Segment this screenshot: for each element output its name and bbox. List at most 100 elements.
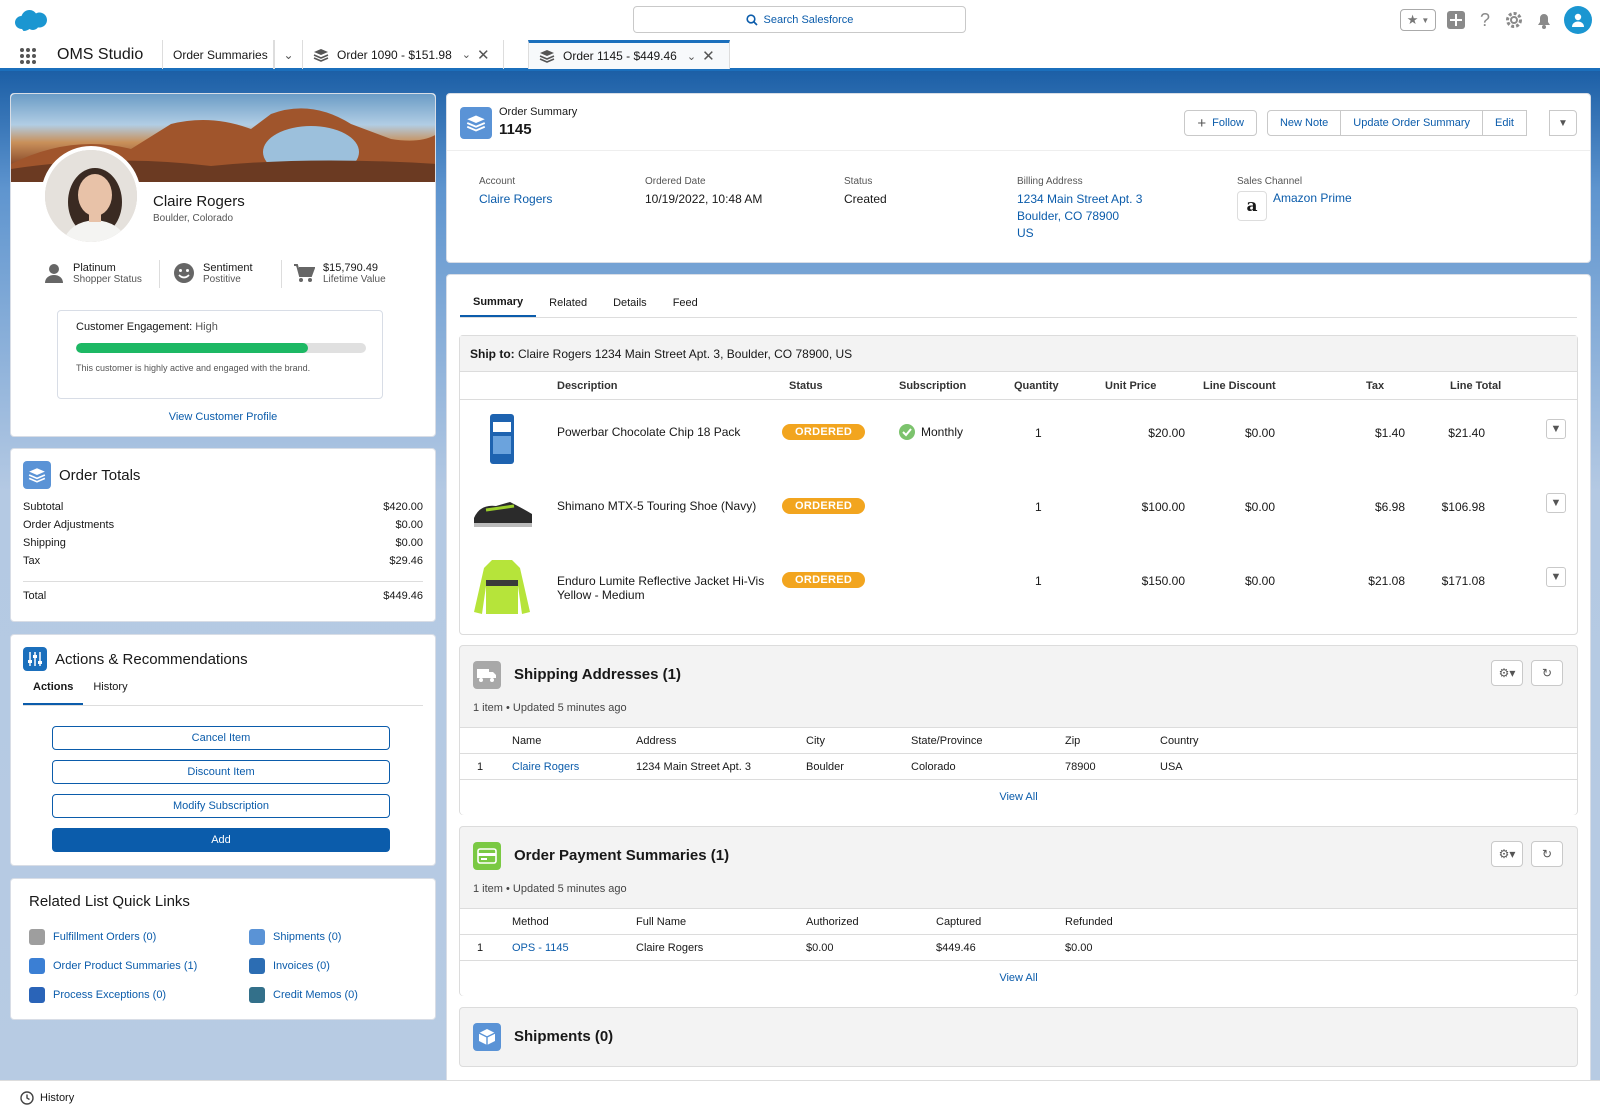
update-order-summary-button[interactable]: Update Order Summary (1341, 110, 1484, 136)
stat-sub: Lifetime Value (323, 274, 386, 285)
chevron-down-icon[interactable]: ⌄ (687, 50, 696, 63)
notifications-bell-icon[interactable] (1534, 10, 1554, 30)
quick-link-shipments[interactable]: Shipments (0) (249, 922, 429, 951)
item-line-total: $21.40 (1448, 426, 1485, 440)
payment-method-link[interactable]: OPS - 1145 (512, 942, 569, 954)
close-tab-icon[interactable]: ✕ (477, 46, 490, 64)
col-unit-price: Unit Price (1105, 380, 1157, 392)
row-number: 1 (477, 761, 484, 773)
customer-location: Boulder, Colorado (153, 213, 234, 224)
tab-label: Order 1145 - $449.46 (563, 49, 677, 63)
edit-button[interactable]: Edit (1483, 110, 1527, 136)
tab-summary[interactable]: Summary (460, 289, 537, 317)
quick-link-credit-memos[interactable]: Credit Memos (0) (249, 980, 429, 1009)
billing-address-link[interactable]: 1234 Main Street Apt. 3 Boulder, CO 78900… (1017, 191, 1142, 242)
status-badge: ORDERED (782, 498, 866, 514)
star-icon: ★ (1406, 12, 1419, 27)
shipment-box-icon (473, 1023, 501, 1051)
tab-feed[interactable]: Feed (660, 289, 711, 317)
follow-button[interactable]: + Follow (1184, 110, 1257, 136)
help-icon[interactable]: ? (1476, 10, 1494, 31)
row-actions-dropdown[interactable]: ▼ (1546, 567, 1566, 587)
zip-value: 78900 (1065, 761, 1096, 773)
captured-value: $449.46 (936, 942, 976, 954)
tab-order-summaries[interactable]: Order Summaries (162, 40, 274, 69)
user-icon (1572, 13, 1584, 27)
state-value: Colorado (911, 761, 956, 773)
tab-details[interactable]: Details (600, 289, 660, 317)
favorites-button[interactable]: ★ ▼ (1400, 9, 1436, 31)
new-note-button[interactable]: New Note (1266, 110, 1342, 136)
refresh-button[interactable]: ↻ (1531, 660, 1563, 686)
col-description: Description (557, 380, 618, 392)
status-badge: ORDERED (782, 424, 866, 440)
col-refunded: Refunded (1065, 916, 1113, 928)
refresh-icon: ↻ (1541, 666, 1553, 680)
app-name: OMS Studio (57, 46, 144, 63)
add-button[interactable]: Add (52, 828, 390, 852)
col-city: City (806, 735, 825, 747)
more-actions-dropdown[interactable]: ▼ (1549, 110, 1577, 136)
payment-icon (473, 842, 501, 870)
table-header: Method Full Name Authorized Captured Ref… (460, 908, 1577, 934)
shipping-addresses-related-list: Shipping Addresses (1) ⚙▾ ↻ 1 item • Upd… (459, 645, 1578, 815)
close-tab-icon[interactable]: ✕ (702, 47, 715, 65)
modify-subscription-button[interactable]: Modify Subscription (52, 794, 390, 818)
col-zip: Zip (1065, 735, 1081, 747)
user-avatar[interactable] (1564, 6, 1592, 34)
discount-item-button[interactable]: Discount Item (52, 760, 390, 784)
list-settings-gear-button[interactable]: ⚙▾ (1491, 660, 1523, 686)
row-actions-dropdown[interactable]: ▼ (1546, 493, 1566, 513)
history-utility-button[interactable]: History (20, 1090, 74, 1105)
field-sales-channel: Sales Channel a Amazon Prime (1237, 176, 1352, 221)
chevron-down-icon[interactable]: ⌄ (462, 48, 471, 61)
exception-icon (29, 986, 45, 1003)
billing-line: 1234 Main Street Apt. 3 (1017, 192, 1143, 206)
tab-order-1090[interactable]: Order 1090 - $151.98 ⌄ ✕ (302, 40, 504, 69)
salesforce-logo[interactable] (14, 9, 48, 33)
item-quantity: 1 (1035, 426, 1042, 440)
view-customer-profile-link[interactable]: View Customer Profile (11, 411, 435, 423)
search-icon (745, 13, 758, 26)
sales-channel-link[interactable]: Amazon Prime (1273, 191, 1352, 205)
tab-history[interactable]: History (83, 681, 137, 705)
person-icon (45, 264, 63, 283)
row-actions-dropdown[interactable]: ▼ (1546, 419, 1566, 439)
list-meta: 1 item • Updated 5 minutes ago (473, 883, 627, 895)
global-actions-icon[interactable] (1446, 10, 1466, 30)
list-settings-gear-button[interactable]: ⚙▾ (1491, 841, 1523, 867)
view-all-link[interactable]: View All (999, 972, 1037, 984)
table-row: 1 Claire Rogers 1234 Main Street Apt. 3 … (460, 753, 1577, 779)
ship-to-label: Ship to: (470, 346, 515, 361)
totals-value: $29.46 (389, 555, 423, 567)
app-launcher-icon[interactable] (20, 48, 36, 64)
view-all-link[interactable]: View All (999, 791, 1037, 803)
credit-memo-icon (249, 986, 265, 1003)
account-link[interactable]: Claire Rogers (479, 191, 552, 208)
quick-link-invoices[interactable]: Invoices (0) (249, 951, 429, 980)
quick-link-order-product-summaries[interactable]: Order Product Summaries (1) (29, 951, 249, 980)
setup-gear-icon[interactable] (1504, 10, 1524, 30)
global-header: Search Salesforce ★ ▼ ? (0, 0, 1600, 40)
refresh-button[interactable]: ↻ (1531, 841, 1563, 867)
quick-link-label: Invoices (0) (273, 959, 330, 972)
ship-to-bar: Ship to: Claire Rogers 1234 Main Street … (460, 336, 1577, 372)
address-name-link[interactable]: Claire Rogers (512, 761, 579, 773)
quick-link-process-exceptions[interactable]: Process Exceptions (0) (29, 980, 249, 1009)
totals-label: Total (23, 590, 47, 602)
item-row: Shimano MTX-5 Touring Shoe (Navy) ORDERE… (460, 476, 1577, 550)
totals-label: Subtotal (23, 501, 64, 513)
tab-actions[interactable]: Actions (23, 681, 84, 705)
quick-link-fulfillment-orders[interactable]: Fulfillment Orders (0) (29, 922, 249, 951)
order-summary-header-card: Order Summary 1145 + Follow New Note Upda… (446, 93, 1591, 263)
global-search-input[interactable]: Search Salesforce (633, 6, 966, 33)
tab-order-1145[interactable]: Order 1145 - $449.46 ⌄ ✕ (528, 40, 730, 69)
city-value: Boulder (806, 761, 844, 773)
item-line-total: $106.98 (1441, 500, 1485, 514)
quick-link-label: Process Exceptions (0) (53, 988, 167, 1001)
totals-value: $420.00 (383, 501, 423, 513)
tab-related[interactable]: Related (536, 289, 600, 317)
tab-dropdown-button[interactable]: ⌄ (274, 40, 302, 69)
totals-row-subtotal: Subtotal $420.00 (23, 501, 423, 519)
cancel-item-button[interactable]: Cancel Item (52, 726, 390, 750)
